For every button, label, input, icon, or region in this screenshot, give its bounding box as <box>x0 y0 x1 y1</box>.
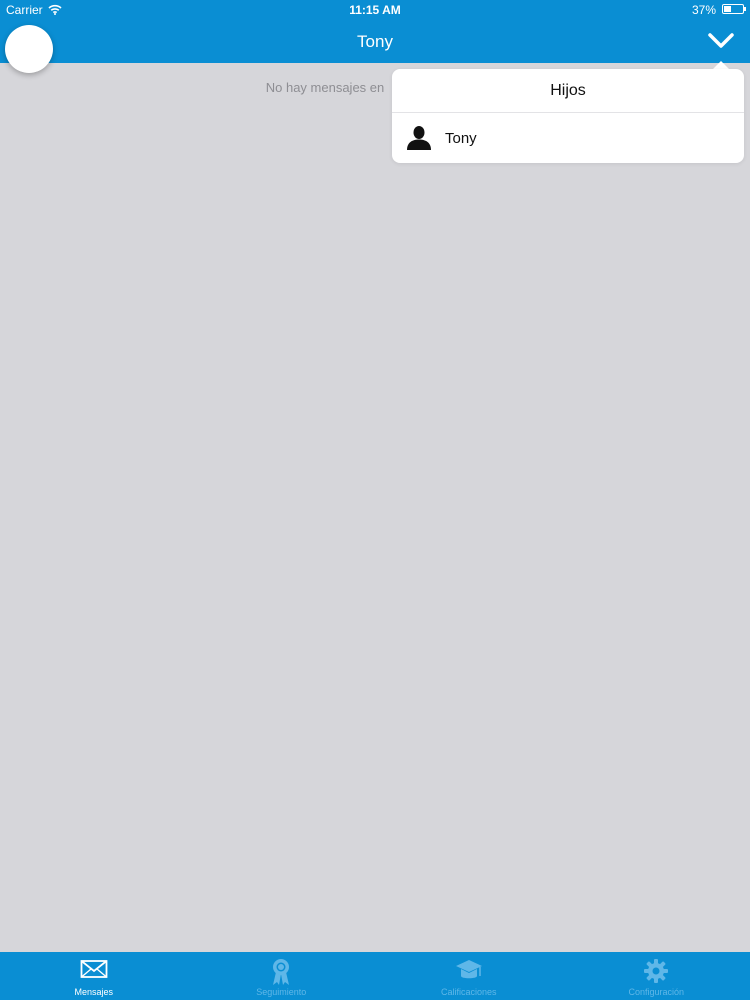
list-item[interactable]: Tony <box>392 113 744 163</box>
tab-seguimiento[interactable]: Seguimiento <box>188 952 376 1000</box>
tab-mensajes[interactable]: Mensajes <box>0 952 188 1000</box>
battery-icon <box>722 4 746 14</box>
tab-label: Calificaciones <box>440 987 497 997</box>
tab-label: Mensajes <box>74 987 114 997</box>
battery-fill <box>724 6 731 12</box>
avatar[interactable] <box>5 25 53 73</box>
clock-time: 11:15 AM <box>349 3 401 17</box>
battery-tip <box>744 7 746 11</box>
tab-bar: Mensajes Seguimiento Calificaciones Conf… <box>0 952 750 1000</box>
graduation-cap-icon <box>455 958 483 987</box>
tab-calificaciones[interactable]: Calificaciones <box>375 952 563 1000</box>
popover-header: Hijos <box>392 69 744 113</box>
tab-configuracion[interactable]: Configuración <box>563 952 750 1000</box>
tab-label: Seguimiento <box>256 987 307 997</box>
gear-icon <box>643 958 669 989</box>
person-icon <box>406 125 432 156</box>
child-name: Tony <box>445 130 477 147</box>
page-title: Tony <box>357 32 393 51</box>
envelope-icon <box>80 958 108 985</box>
navigation-bar: Tony <box>0 20 750 63</box>
tab-label: Configuración <box>628 987 685 997</box>
status-bar: Carrier 11:15 AM 37% <box>0 0 750 20</box>
children-popover: Hijos Tony <box>392 69 744 163</box>
battery-percent: 37% <box>691 3 716 17</box>
chevron-down-icon[interactable] <box>706 28 736 52</box>
